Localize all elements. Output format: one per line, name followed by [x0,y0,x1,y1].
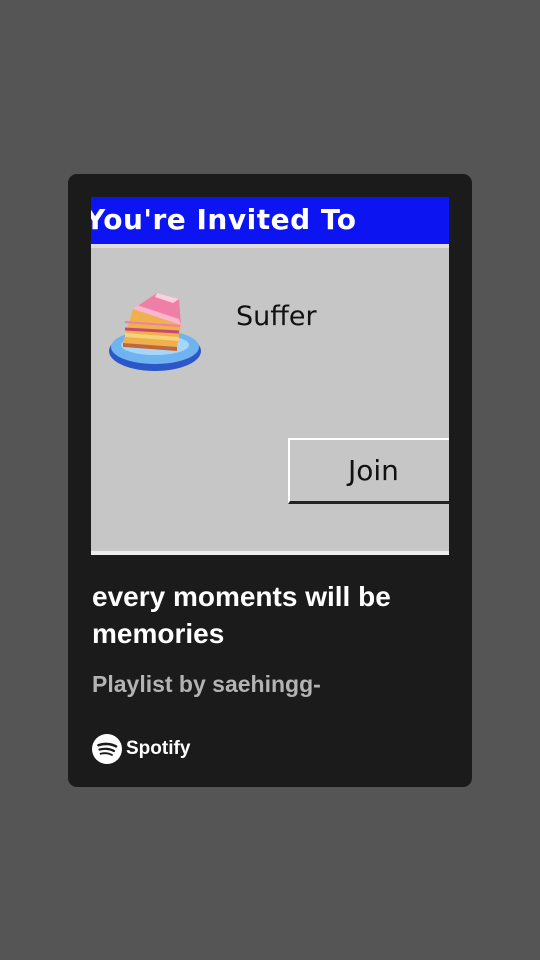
dialog-title: You're Invited To [91,203,357,236]
spotify-icon [92,734,122,764]
dialog-message: Suffer [236,301,317,332]
share-card[interactable]: You're Invited To Suffer Join every mome… [68,174,472,787]
playlist-owner: Playlist by saehingg- [92,671,321,697]
playlist-cover-art: You're Invited To Suffer Join [91,197,449,555]
dialog-titlebar: You're Invited To [91,197,449,244]
spotify-wordmark: Spotify [126,738,191,759]
join-button-label: Join [348,454,399,487]
art-bottom-edge [91,551,449,555]
cake-icon [109,293,201,371]
titlebar-divider [91,244,449,248]
spotify-logo: Spotify [92,734,190,764]
playlist-title: every moments will be memories [92,581,391,649]
join-button: Join [288,438,449,504]
